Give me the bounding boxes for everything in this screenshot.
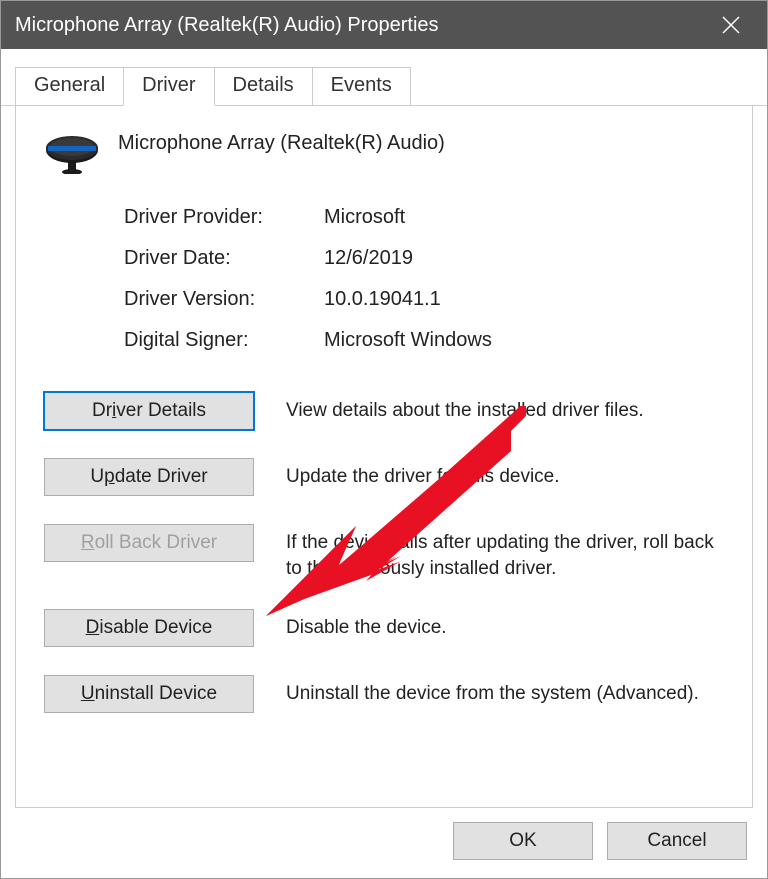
ok-button[interactable]: OK <box>453 822 593 860</box>
btn-text: Uninstall Device <box>81 683 217 705</box>
signer-label: Digital Signer: <box>124 329 324 352</box>
annotation-arrow-icon <box>236 406 536 626</box>
close-button[interactable] <box>709 3 753 47</box>
properties-window: Microphone Array (Realtek(R) Audio) Prop… <box>0 0 768 879</box>
btn-text: Update Driver <box>90 466 207 488</box>
disable-device-desc: Disable the device. <box>286 609 447 641</box>
btn-text: Roll Back Driver <box>81 532 217 554</box>
window-title: Microphone Array (Realtek(R) Audio) Prop… <box>15 14 709 37</box>
version-label: Driver Version: <box>124 288 324 311</box>
microphone-icon <box>44 130 100 174</box>
signer-value: Microsoft Windows <box>324 329 724 352</box>
update-driver-button[interactable]: Update Driver <box>44 458 254 496</box>
driver-details-desc: View details about the installed driver … <box>286 392 644 424</box>
btn-text: Disable Device <box>86 617 213 639</box>
cancel-button[interactable]: Cancel <box>607 822 747 860</box>
close-icon <box>722 16 740 34</box>
uninstall-device-desc: Uninstall the device from the system (Ad… <box>286 675 699 707</box>
uninstall-device-button[interactable]: Uninstall Device <box>44 675 254 713</box>
device-header: Microphone Array (Realtek(R) Audio) <box>44 130 724 174</box>
rollback-driver-button: Roll Back Driver <box>44 524 254 562</box>
titlebar: Microphone Array (Realtek(R) Audio) Prop… <box>1 1 767 49</box>
date-value: 12/6/2019 <box>324 247 724 270</box>
disable-device-button[interactable]: Disable Device <box>44 609 254 647</box>
uninstall-device-row: Uninstall Device Uninstall the device fr… <box>44 675 724 713</box>
provider-value: Microsoft <box>324 206 724 229</box>
update-driver-desc: Update the driver for this device. <box>286 458 560 490</box>
tab-driver[interactable]: Driver <box>123 67 214 106</box>
driver-details-row: Driver Details View details about the in… <box>44 392 724 430</box>
update-driver-row: Update Driver Update the driver for this… <box>44 458 724 496</box>
tab-strip: General Driver Details Events <box>1 67 767 106</box>
date-label: Driver Date: <box>124 247 324 270</box>
rollback-driver-desc: If the device fails after updating the d… <box>286 524 724 581</box>
driver-details-button[interactable]: Driver Details <box>44 392 254 430</box>
btn-text: Driver Details <box>92 400 206 422</box>
driver-info-grid: Driver Provider: Microsoft Driver Date: … <box>124 206 724 352</box>
version-value: 10.0.19041.1 <box>324 288 724 311</box>
driver-tab-panel: Microphone Array (Realtek(R) Audio) Driv… <box>15 106 753 808</box>
tab-general[interactable]: General <box>15 67 124 105</box>
provider-label: Driver Provider: <box>124 206 324 229</box>
disable-device-row: Disable Device Disable the device. <box>44 609 724 647</box>
rollback-driver-row: Roll Back Driver If the device fails aft… <box>44 524 724 581</box>
tab-details[interactable]: Details <box>214 67 313 105</box>
tab-events[interactable]: Events <box>312 67 411 105</box>
device-name: Microphone Array (Realtek(R) Audio) <box>118 130 445 155</box>
dialog-footer: OK Cancel <box>1 808 767 878</box>
